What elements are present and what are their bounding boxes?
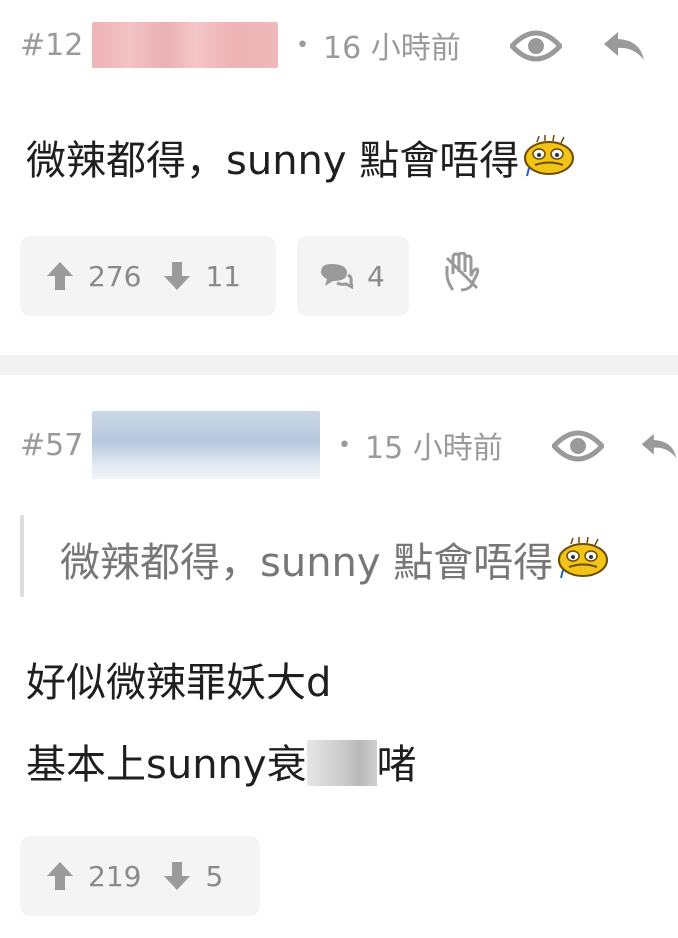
censored-block bbox=[306, 740, 377, 786]
thumb-down-icon bbox=[164, 262, 191, 290]
downvote-button[interactable]: 5 bbox=[163, 860, 223, 893]
reply-count: 4 bbox=[367, 259, 385, 293]
thumb-down-icon bbox=[164, 862, 191, 890]
post-divider bbox=[0, 355, 678, 375]
upvote-count: 276 bbox=[88, 259, 142, 293]
separator-dot: • bbox=[338, 432, 351, 458]
post-content: 微辣都得，sunny 點會唔得 bbox=[26, 128, 577, 188]
floor-number[interactable]: #57 bbox=[20, 428, 92, 463]
post-meta: #12 • 16 小時前 bbox=[20, 20, 461, 70]
thumb-up-icon bbox=[47, 262, 73, 290]
reply-icon[interactable] bbox=[600, 24, 648, 68]
vote-box: 219 5 bbox=[20, 836, 260, 916]
quote-bar bbox=[20, 515, 24, 597]
content-text: 微辣都得，sunny 點會唔得 bbox=[26, 138, 520, 184]
emoji-icon bbox=[555, 536, 611, 590]
downvote-count: 5 bbox=[205, 859, 224, 893]
content-text-end: 啫 bbox=[376, 742, 417, 788]
quoted-content: 微辣都得，sunny 點會唔得 bbox=[60, 530, 611, 590]
vote-box: 276 11 bbox=[20, 236, 276, 316]
downvote-button[interactable]: 11 bbox=[163, 260, 241, 293]
floor-number[interactable]: #12 bbox=[20, 28, 92, 63]
emoji-icon bbox=[521, 134, 577, 188]
eye-icon[interactable] bbox=[550, 424, 606, 468]
quote-text: 微辣都得，sunny 點會唔得 bbox=[60, 540, 554, 586]
upvote-button[interactable]: 276 bbox=[46, 260, 141, 293]
username-blurred[interactable] bbox=[92, 22, 278, 68]
content-line-2: 基本上sunny衰 啫 bbox=[26, 732, 417, 790]
post-time: 15 小時前 bbox=[364, 431, 503, 466]
upvote-button[interactable]: 219 bbox=[46, 860, 141, 893]
comment-icon bbox=[321, 264, 353, 290]
username-blurred[interactable] bbox=[92, 411, 320, 479]
separator-dot: • bbox=[296, 32, 309, 58]
post-time: 16 小時前 bbox=[322, 31, 461, 66]
post-meta: #57 • 15 小時前 bbox=[20, 411, 503, 479]
content-text: 基本上sunny衰 bbox=[26, 742, 307, 788]
content-line-1: 好似微辣罪妖大d bbox=[26, 660, 332, 706]
upvote-count: 219 bbox=[88, 859, 142, 893]
thumb-up-icon bbox=[47, 862, 73, 890]
downvote-count: 11 bbox=[205, 259, 242, 293]
reply-icon[interactable] bbox=[640, 424, 678, 468]
eye-icon[interactable] bbox=[508, 24, 564, 68]
hand-icon[interactable] bbox=[440, 250, 484, 294]
comment-button[interactable]: 4 bbox=[297, 236, 409, 316]
